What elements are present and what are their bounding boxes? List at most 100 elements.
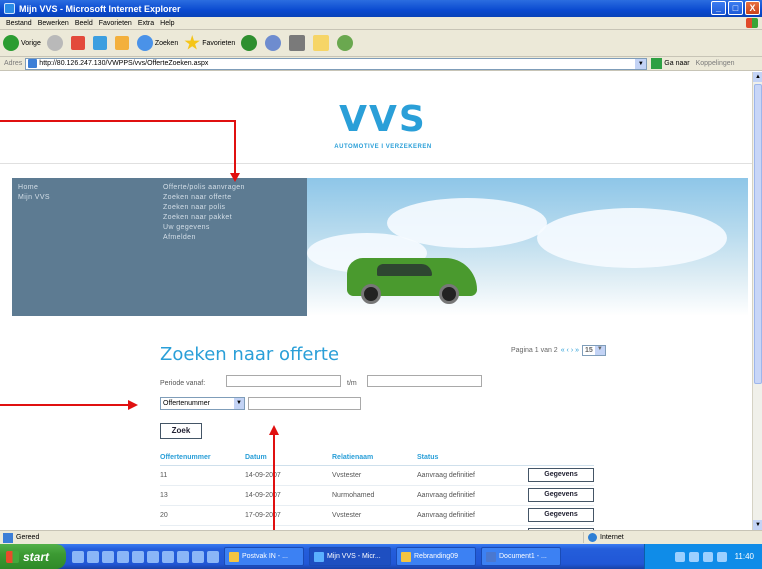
quicklaunch-icon[interactable] <box>87 550 99 563</box>
tray-icon[interactable] <box>702 551 713 562</box>
minimize-button[interactable]: _ <box>711 1 726 15</box>
go-arrow-icon <box>651 58 663 69</box>
scroll-up-icon[interactable]: ▲ <box>753 72 762 82</box>
address-bar: Adres http://80.126.247.130/VWPPS/vvs/Of… <box>0 57 762 71</box>
favorites-button[interactable]: Favorieten <box>184 35 235 51</box>
close-button[interactable]: X <box>745 1 760 15</box>
word-icon <box>486 551 496 562</box>
menu-favorieten[interactable]: Favorieten <box>99 20 132 27</box>
scroll-thumb[interactable] <box>754 84 762 384</box>
car-window <box>377 264 432 276</box>
task-ie[interactable]: Mijn VVS - Micr... <box>309 547 391 566</box>
col-offertenummer: Offertenummer <box>160 450 245 466</box>
page-icon <box>28 59 38 68</box>
quicklaunch-icon[interactable] <box>207 550 219 563</box>
menu-help[interactable]: Help <box>160 20 174 27</box>
start-button[interactable]: start <box>0 544 66 569</box>
nav-item-zoeken-offerte[interactable]: Zoeken naar offerte <box>163 194 301 201</box>
task-folder[interactable]: Rebranding09 <box>396 547 476 566</box>
maximize-button[interactable]: □ <box>728 1 743 15</box>
menu-beeld[interactable]: Beeld <box>75 20 93 27</box>
quicklaunch-icon[interactable] <box>72 550 84 563</box>
search-button[interactable]: Zoeken <box>136 35 178 51</box>
task-word[interactable]: Document1 - ... <box>481 547 561 566</box>
quicklaunch-icon[interactable] <box>162 550 174 563</box>
mail-icon <box>265 35 282 51</box>
status-text: Gereed <box>16 534 40 541</box>
stop-button[interactable] <box>70 36 87 50</box>
task-outlook[interactable]: Postvak IN - ... <box>224 547 304 566</box>
window-titlebar[interactable]: Mijn VVS - Microsoft Internet Explorer _… <box>0 0 762 17</box>
globe-icon <box>588 533 597 542</box>
quicklaunch-icon[interactable] <box>192 550 204 563</box>
nav-item-zoeken-pakket[interactable]: Zoeken naar pakket <box>163 214 301 221</box>
cell-nr: 11 <box>160 465 245 486</box>
gegevens-button[interactable]: Gegevens <box>528 468 594 482</box>
tray-icon[interactable] <box>716 551 727 562</box>
menu-bar: Bestand Bewerken Beeld Favorieten Extra … <box>0 17 762 30</box>
menu-extra[interactable]: Extra <box>138 20 154 27</box>
menu-bestand[interactable]: Bestand <box>6 20 32 27</box>
nav-item-afmelden[interactable]: Afmelden <box>163 234 301 241</box>
system-tray: 11:40 <box>644 544 762 569</box>
search-value-input[interactable] <box>248 397 361 410</box>
quicklaunch-icon[interactable] <box>132 550 144 563</box>
address-dropdown-icon[interactable]: ▼ <box>635 58 647 69</box>
back-button[interactable]: Vorige <box>3 35 41 51</box>
nav-item-offerte-aanvragen[interactable]: Offerte/polis aanvragen <box>163 184 301 191</box>
print-button[interactable] <box>289 35 307 51</box>
search-type-select[interactable]: Offertenummer ▼ <box>160 397 245 410</box>
cell-action: Gegevens <box>528 465 594 486</box>
site-logo[interactable]: VVS AUTOMOTIVE I VERZEKEREN <box>318 102 448 151</box>
periode-to-input[interactable] <box>367 375 482 387</box>
home-button[interactable] <box>114 36 131 50</box>
quick-launch <box>72 550 219 563</box>
mail-button[interactable] <box>265 35 283 51</box>
edit-button[interactable] <box>313 35 331 51</box>
quicklaunch-icon[interactable] <box>102 550 114 563</box>
zoek-button[interactable]: Zoek <box>160 423 202 439</box>
address-input[interactable]: http://80.126.247.130/VWPPS/vvs/OfferteZ… <box>25 57 648 70</box>
page-title: Zoeken naar offerte <box>160 344 340 365</box>
annotation-line <box>234 120 236 175</box>
gegevens-button[interactable]: Gegevens <box>528 488 594 502</box>
refresh-button[interactable] <box>92 36 109 50</box>
clock[interactable]: 11:40 <box>735 552 754 561</box>
nav-item-zoeken-polis[interactable]: Zoeken naar polis <box>163 204 301 211</box>
quicklaunch-icon[interactable] <box>147 550 159 563</box>
windows-logo-icon <box>746 18 758 28</box>
quicklaunch-icon[interactable] <box>177 550 189 563</box>
pager-arrows[interactable]: « ‹ › » <box>561 347 579 354</box>
periode-from-input[interactable] <box>226 375 341 387</box>
scroll-down-icon[interactable]: ▼ <box>753 520 762 530</box>
status-bar: Gereed Internet <box>0 530 762 544</box>
results-table: Offertenummer Datum Relatienaam Status 1… <box>160 450 594 530</box>
cell-relatie: Vvstester <box>332 465 417 486</box>
links-button[interactable]: Koppelingen <box>696 60 735 67</box>
nav-item-mijn-vvs[interactable]: Mijn VVS <box>18 194 151 201</box>
cell-status: Aanvraag definitief <box>417 505 528 526</box>
forward-button[interactable] <box>46 35 65 51</box>
tray-icon[interactable] <box>688 551 699 562</box>
task-label: Rebranding09 <box>414 553 458 560</box>
logo-tagline: AUTOMOTIVE I VERZEKEREN <box>334 144 432 150</box>
nav-item-home[interactable]: Home <box>18 184 151 191</box>
page-size-select[interactable]: 15 ▼ <box>582 345 606 356</box>
nav-item-uw-gegevens[interactable]: Uw gegevens <box>163 224 301 231</box>
quicklaunch-icon[interactable] <box>117 550 129 563</box>
favorites-label: Favorieten <box>202 39 236 47</box>
gegevens-button[interactable]: Gegevens <box>528 508 594 522</box>
task-label: Document1 - ... <box>499 553 547 560</box>
go-button[interactable]: Ga naar <box>651 58 690 69</box>
menu-bewerken[interactable]: Bewerken <box>38 20 69 27</box>
table-row: 20 17-09-2007 Vvstester Aanvraag definit… <box>160 505 594 526</box>
tray-icon[interactable] <box>674 551 685 562</box>
cell-datum: 14-09-2007 <box>245 485 332 506</box>
messenger-button[interactable] <box>337 35 355 51</box>
cell-relatie: Vvstester <box>332 505 417 526</box>
vertical-scrollbar[interactable]: ▲ ▼ <box>752 72 762 530</box>
task-label: Postvak IN - ... <box>242 553 288 560</box>
history-button[interactable] <box>241 35 259 51</box>
taskbar: start Postvak IN - ... Mijn VVS - Micr..… <box>0 544 762 569</box>
search-icon <box>136 35 153 51</box>
